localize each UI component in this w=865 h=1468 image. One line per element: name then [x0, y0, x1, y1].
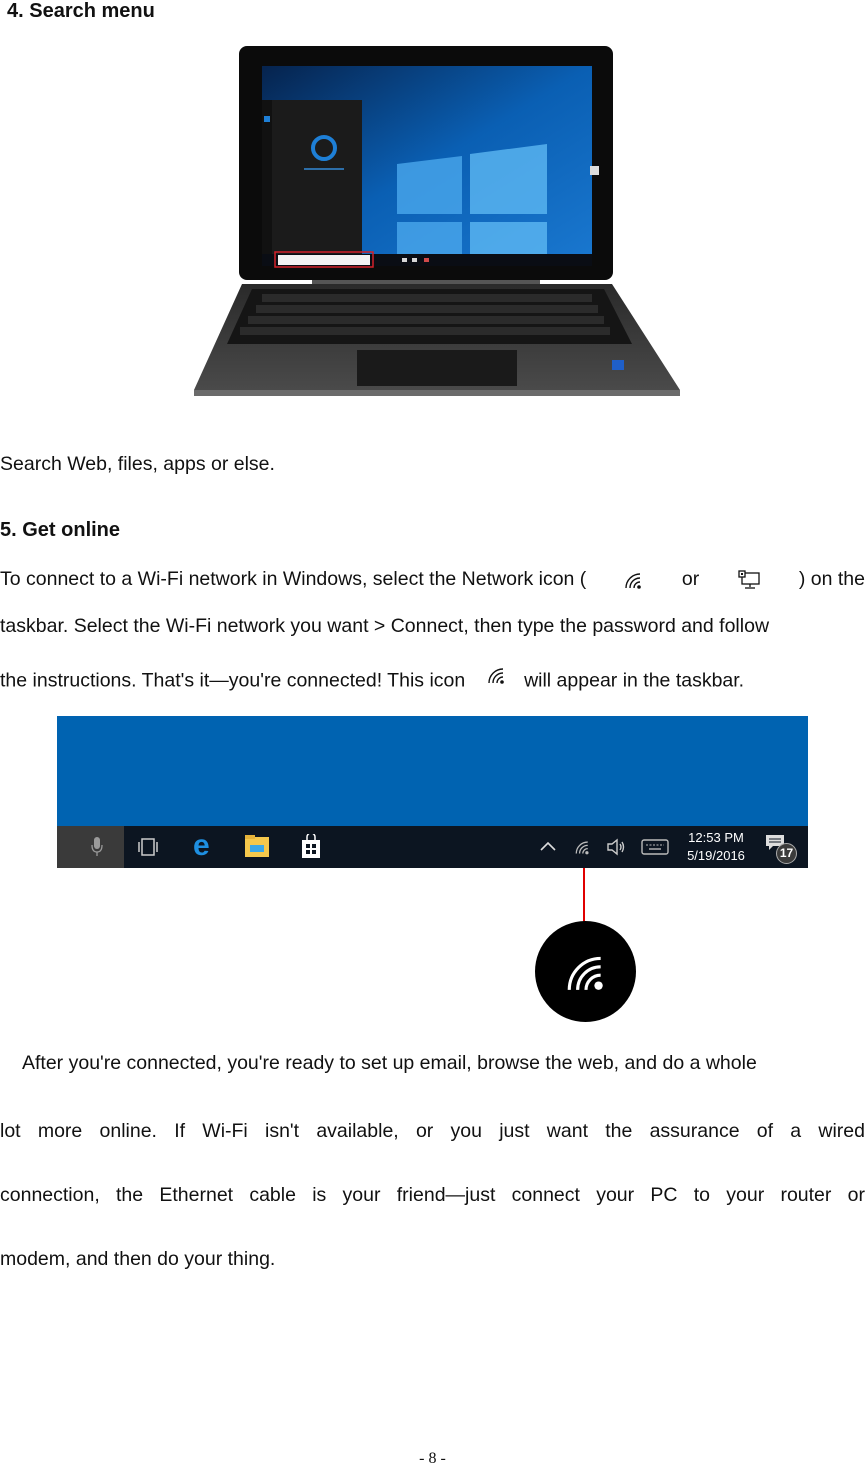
- body-line-3: connection, the Ethernet cable is your f…: [0, 1184, 865, 1206]
- intro-line-2: taskbar. Select the Wi-Fi network you wa…: [0, 615, 770, 637]
- wifi-callout: [535, 921, 636, 1022]
- taskbar: e 12:53 PM 5/19/2016 17: [57, 826, 808, 868]
- clock-date: 5/19/2016: [687, 848, 745, 863]
- volume-icon[interactable]: [606, 838, 626, 856]
- body-line-4: modem, and then do your thing.: [0, 1248, 276, 1270]
- clock-time: 12:53 PM: [688, 830, 744, 845]
- intro-text-c: the instructions. That's it—you're conne…: [0, 669, 466, 692]
- keyboard-icon[interactable]: [641, 839, 669, 855]
- laptop-illustration: [192, 44, 682, 398]
- callout-pointer: [583, 868, 585, 924]
- body-line-1: After you're connected, you're ready to …: [22, 1052, 757, 1074]
- intro-text-a: To connect to a Wi-Fi network in Windows…: [0, 568, 587, 590]
- section-heading-get-online: 5. Get online: [0, 519, 121, 541]
- intro-line-3: the instructions. That's it—you're conne…: [0, 668, 745, 694]
- page-number: - 8 -: [419, 1450, 446, 1467]
- file-explorer-icon[interactable]: [245, 835, 269, 857]
- clock[interactable]: 12:53 PM 5/19/2016: [681, 830, 751, 863]
- intro-line-1: To connect to a Wi-Fi network in Windows…: [0, 568, 865, 595]
- microphone-icon: [91, 837, 103, 856]
- desktop-background: [57, 716, 808, 826]
- intro-text-d: will appear in the taskbar.: [524, 669, 745, 692]
- wifi-icon: [567, 956, 603, 990]
- task-view-icon[interactable]: [137, 838, 159, 856]
- ethernet-icon: [737, 570, 761, 595]
- section-heading-search-menu: 4. Search menu: [7, 0, 155, 22]
- wifi-icon: [622, 570, 644, 595]
- edge-icon[interactable]: e: [193, 831, 210, 861]
- wifi-icon[interactable]: [573, 838, 591, 856]
- notification-badge: 17: [776, 843, 797, 864]
- intro-text-b: ) on the: [798, 568, 865, 590]
- search-caption: Search Web, files, apps or else.: [0, 453, 275, 475]
- body-line-2: lot more online. If Wi-Fi isn't availabl…: [0, 1120, 865, 1142]
- wifi-icon: [485, 665, 507, 690]
- intro-or: or: [681, 568, 700, 590]
- store-icon[interactable]: [301, 834, 321, 858]
- chevron-up-icon[interactable]: [540, 841, 556, 851]
- cortana-button[interactable]: [57, 826, 124, 868]
- action-center-button[interactable]: 17: [765, 834, 797, 864]
